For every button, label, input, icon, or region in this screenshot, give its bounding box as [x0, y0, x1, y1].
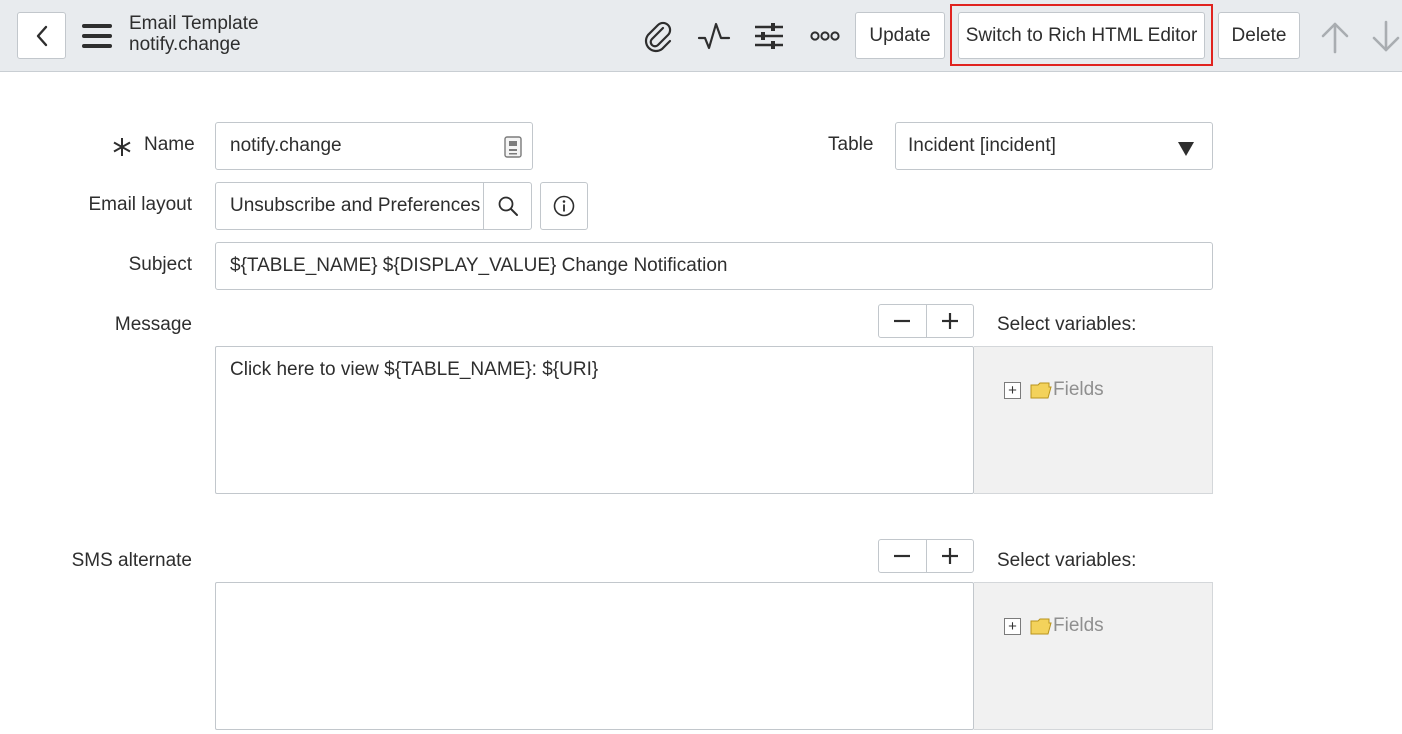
message-select-variables-label: Select variables:: [997, 314, 1137, 335]
translate-icon[interactable]: [504, 136, 522, 164]
activity-icon[interactable]: [695, 17, 733, 55]
minus-icon: [894, 554, 911, 558]
paperclip-icon[interactable]: [639, 17, 677, 55]
sms-alternate-label: SMS alternate: [71, 550, 192, 571]
folder-icon: [1030, 618, 1052, 635]
back-icon: [36, 25, 47, 46]
table-value: Incident [incident]: [908, 135, 1056, 156]
delete-button[interactable]: Delete: [1218, 12, 1300, 59]
sms-select-variables-label: Select variables:: [997, 550, 1137, 571]
name-label: Name: [144, 134, 195, 155]
arrow-down-icon[interactable]: [1368, 17, 1402, 57]
expand-icon[interactable]: +: [1004, 617, 1021, 635]
dropdown-arrow-icon: [1178, 140, 1194, 162]
message-resize-stepper[interactable]: [878, 304, 974, 338]
shrink-button[interactable]: [879, 540, 926, 572]
fields-label: Fields: [1053, 615, 1104, 636]
email-layout-value: Unsubscribe and Preferences: [230, 195, 481, 216]
message-variables-panel: + Fields: [974, 346, 1213, 494]
info-button[interactable]: [540, 182, 588, 230]
lookup-button[interactable]: [483, 182, 532, 230]
sms-resize-stepper[interactable]: [878, 539, 974, 573]
table-label: Table: [828, 134, 874, 155]
table-select[interactable]: Incident [incident]: [895, 122, 1213, 170]
plus-icon: [941, 313, 958, 329]
fields-tree-node[interactable]: + Fields: [1004, 615, 1104, 637]
record-display-value: notify.change: [129, 34, 241, 55]
message-textarea[interactable]: Click here to view ${TABLE_NAME}: ${URI}: [215, 346, 974, 494]
email-layout-label: Email layout: [88, 194, 193, 215]
grow-button[interactable]: [925, 540, 974, 572]
search-icon: [498, 196, 518, 216]
menu-icon[interactable]: [80, 20, 114, 52]
plus-icon: [941, 548, 958, 564]
settings-sliders-icon[interactable]: [750, 17, 788, 55]
fields-label: Fields: [1053, 379, 1104, 400]
switch-rich-html-editor-button[interactable]: Switch to Rich HTML Editor: [958, 12, 1205, 59]
fields-tree-node[interactable]: + Fields: [1004, 379, 1104, 401]
message-label: Message: [114, 314, 192, 335]
update-button[interactable]: Update: [855, 12, 945, 59]
name-field[interactable]: notify.change: [215, 122, 533, 170]
subject-field[interactable]: ${TABLE_NAME} ${DISPLAY_VALUE} Change No…: [215, 242, 1213, 290]
record-title: Email Template notify.change: [129, 13, 259, 55]
name-value: notify.change: [230, 135, 342, 156]
page-title: Email Template: [129, 13, 259, 34]
shrink-button[interactable]: [879, 305, 926, 337]
sms-alternate-textarea[interactable]: [215, 582, 974, 730]
info-icon: [553, 195, 575, 217]
expand-icon[interactable]: +: [1004, 381, 1021, 399]
subject-label: Subject: [128, 254, 192, 275]
more-icon[interactable]: [806, 17, 844, 55]
email-layout-field[interactable]: Unsubscribe and Preferences: [215, 182, 484, 230]
message-value: Click here to view ${TABLE_NAME}: ${URI}: [230, 359, 599, 380]
form-header: Email Template notify.change Update Swit…: [0, 0, 1402, 72]
required-indicator-icon: [112, 137, 132, 157]
subject-value: ${TABLE_NAME} ${DISPLAY_VALUE} Change No…: [230, 255, 728, 276]
grow-button[interactable]: [925, 305, 974, 337]
folder-icon: [1030, 382, 1052, 399]
sms-variables-panel: + Fields: [974, 582, 1213, 730]
minus-icon: [894, 319, 911, 323]
back-button[interactable]: [17, 12, 66, 59]
arrow-up-icon[interactable]: [1317, 17, 1353, 57]
